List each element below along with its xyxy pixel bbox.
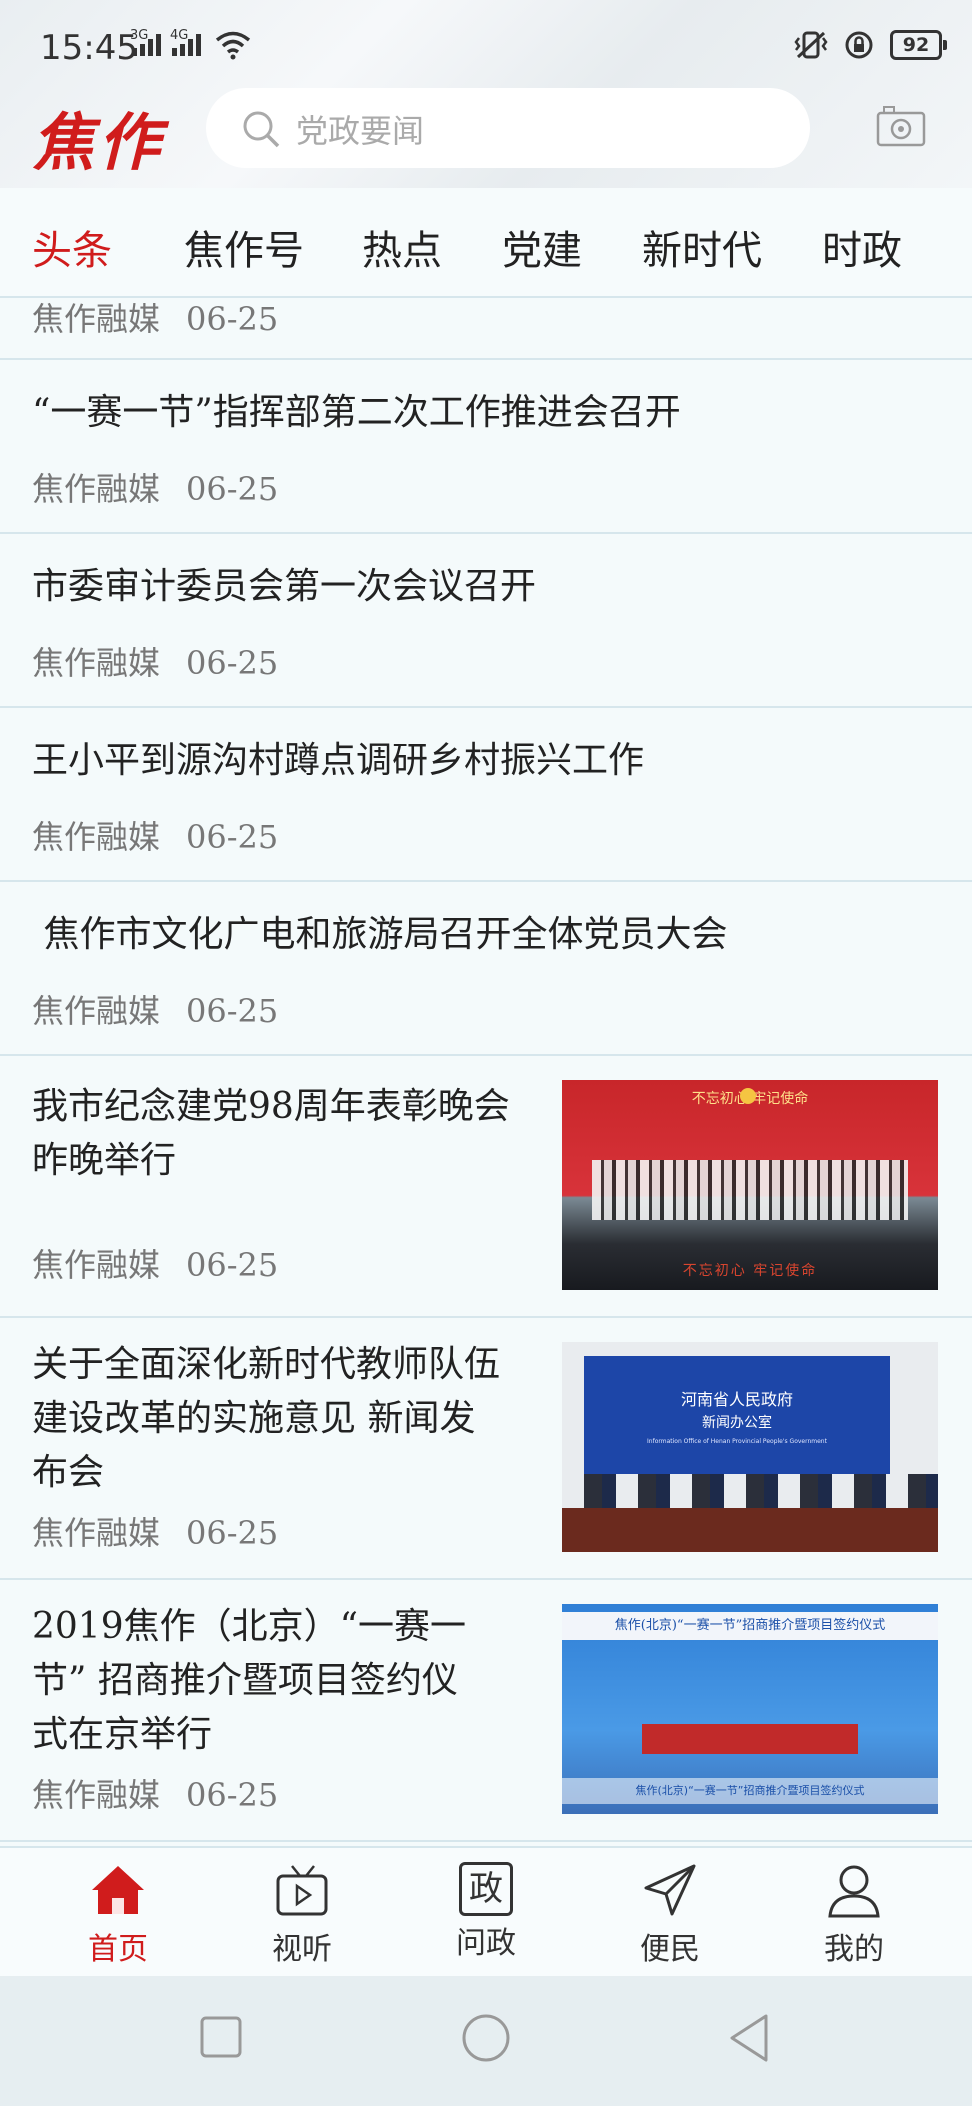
news-thumbnail: 不忘初心 牢记使命 不忘初心 牢记使命 — [562, 1080, 938, 1290]
news-item[interactable]: 关于全面深化新时代教师队伍 建设改革的实施意见 新闻发 布会 焦作融媒 06-25… — [0, 1318, 972, 1580]
news-source: 焦作融媒 — [32, 470, 161, 508]
top-header: 15:45 3G 4G 92 焦作 党政要闻 — [0, 0, 972, 188]
search-input[interactable]: 党政要闻 — [206, 88, 810, 168]
tab-party[interactable]: 党建 — [502, 218, 582, 276]
news-source: 焦作融媒 — [32, 1776, 161, 1814]
user-icon — [828, 1865, 880, 1918]
news-title: 市委审计委员会第一次会议召开 — [32, 566, 537, 607]
tv-icon — [276, 1865, 328, 1916]
news-item[interactable]: 市委审计委员会第一次会议召开 焦作融媒 06-25 — [0, 534, 972, 708]
news-source: 焦作融媒 — [32, 818, 161, 856]
news-title: 我市纪念建党98周年表彰晚会 昨晚举行 — [32, 1086, 510, 1181]
news-date: 06-25 — [186, 1776, 279, 1814]
news-title: “一赛一节”指挥部第二次工作推进会召开 — [32, 392, 681, 433]
battery-icon: 92 — [890, 30, 947, 60]
nav-video[interactable]: 视听 — [242, 1862, 362, 1968]
news-date: 06-25 — [186, 1514, 279, 1552]
news-title: 焦作市文化广电和旅游局召开全体党员大会 — [32, 914, 728, 955]
news-date: 06-25 — [186, 818, 279, 856]
news-title: 2019焦作（北京）“一赛一 节” 招商推介暨项目签约仪 式在京举行 — [32, 1606, 467, 1755]
search-placeholder: 党政要闻 — [296, 112, 425, 150]
news-source: 焦作融媒 — [32, 300, 161, 338]
news-source: 焦作融媒 — [32, 1514, 161, 1552]
tab-new-era[interactable]: 新时代 — [642, 218, 762, 276]
signal-3g-icon: 3G — [130, 28, 161, 56]
wifi-icon — [215, 31, 251, 60]
status-time: 15:45 — [40, 28, 138, 68]
news-feed[interactable]: 焦作融媒 06-25 “一赛一节”指挥部第二次工作推进会召开 焦作融媒 06-25 … — [0, 298, 972, 1844]
send-icon — [644, 1864, 696, 1916]
nav-home[interactable]: 首页 — [58, 1862, 178, 1968]
tab-jiaozuohao[interactable]: 焦作号 — [184, 218, 304, 276]
camera-icon[interactable] — [876, 104, 926, 148]
tab-hot[interactable]: 热点 — [362, 218, 442, 276]
news-title: 关于全面深化新时代教师队伍 建设改革的实施意见 新闻发 布会 — [32, 1344, 501, 1493]
nav-services[interactable]: 便民 — [610, 1862, 730, 1968]
politics-icon: 政 — [459, 1862, 513, 1916]
nav-politics[interactable]: 政 问政 — [426, 1862, 546, 1962]
news-thumbnail: 河南省人民政府 新闻办公室 Information Office of Hena… — [562, 1342, 938, 1552]
tab-headlines[interactable]: 头条 — [32, 218, 112, 276]
app-logo: 焦作 — [32, 106, 165, 179]
news-item-partial[interactable]: 焦作融媒 06-25 — [0, 298, 972, 360]
status-bar: 15:45 3G 4G 92 — [0, 0, 972, 88]
news-source: 焦作融媒 — [32, 992, 161, 1030]
news-date: 06-25 — [186, 992, 279, 1030]
bottom-nav: 首页 视听 政 问政 便民 我的 — [0, 1846, 972, 1976]
news-item[interactable]: 焦作市文化广电和旅游局召开全体党员大会 焦作融媒 06-25 — [0, 882, 972, 1056]
channel-tabs: 头条 焦作号 热点 党建 新时代 时政 — [0, 188, 972, 298]
news-source: 焦作融媒 — [32, 644, 161, 682]
system-nav-bar — [0, 1976, 972, 2106]
news-item[interactable]: 我市纪念建党98周年表彰晚会 昨晚举行 焦作融媒 06-25 不忘初心 牢记使命 … — [0, 1056, 972, 1318]
home-icon — [92, 1866, 144, 1914]
news-date: 06-25 — [186, 1246, 279, 1284]
home-circle-icon[interactable] — [460, 2012, 512, 2064]
signal-4g-icon: 4G — [170, 28, 201, 56]
tab-politics[interactable]: 时政 — [822, 218, 902, 276]
news-item[interactable]: “一赛一节”指挥部第二次工作推进会召开 焦作融媒 06-25 — [0, 360, 972, 534]
news-title: 王小平到源沟村蹲点调研乡村振兴工作 — [32, 740, 645, 781]
news-date: 06-25 — [186, 300, 279, 338]
rotation-lock-icon — [845, 31, 873, 59]
news-source: 焦作融媒 — [32, 1246, 161, 1284]
recent-apps-icon[interactable] — [198, 2014, 244, 2060]
news-date: 06-25 — [186, 470, 279, 508]
news-thumbnail: 焦作(北京)“一赛一节”招商推介暨项目签约仪式 焦作(北京)“一赛一节”招商推介… — [562, 1604, 938, 1814]
vibrate-icon — [794, 31, 828, 59]
back-icon[interactable] — [726, 2012, 772, 2064]
news-date: 06-25 — [186, 644, 279, 682]
news-item[interactable]: 王小平到源沟村蹲点调研乡村振兴工作 焦作融媒 06-25 — [0, 708, 972, 882]
search-icon — [243, 111, 280, 148]
news-item[interactable]: 2019焦作（北京）“一赛一 节” 招商推介暨项目签约仪 式在京举行 焦作融媒 0… — [0, 1580, 972, 1842]
nav-mine[interactable]: 我的 — [794, 1862, 914, 1968]
